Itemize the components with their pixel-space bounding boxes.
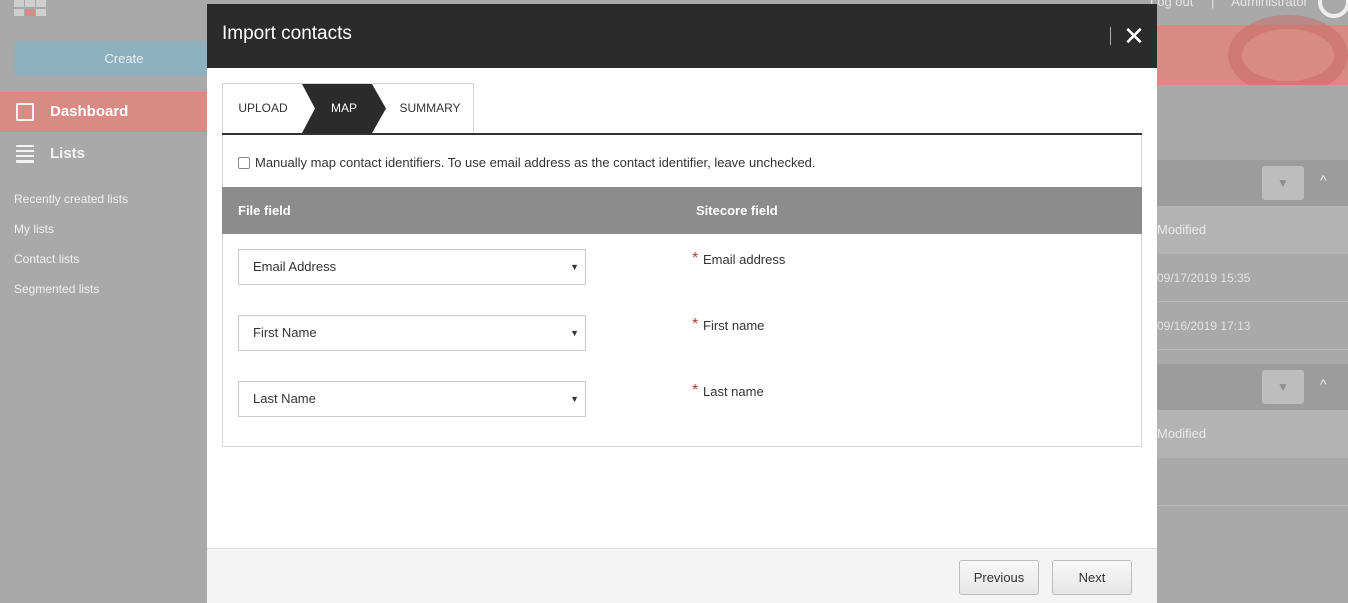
table-row[interactable]: 09/17/2019 15:35 (1157, 254, 1348, 302)
step-summary[interactable]: SUMMARY (386, 84, 474, 133)
column-header-modified[interactable]: Modified (1157, 410, 1348, 458)
app-grid-icon[interactable] (14, 0, 46, 16)
right-panel: ▼ ^ Modified 09/17/2019 15:35 09/16/2019… (1157, 85, 1348, 603)
collapse-icon[interactable]: ^ (1320, 376, 1327, 392)
hero-swirl-graphic (1228, 15, 1348, 95)
header-divider (1110, 27, 1111, 45)
sidebar-links: Recently created lists My lists Contact … (14, 190, 128, 310)
sidebar-link-my-lists[interactable]: My lists (14, 220, 128, 250)
step-tabs: UPLOAD MAP SUMMARY (222, 83, 474, 133)
user-name[interactable]: Administrator (1231, 0, 1308, 9)
create-button[interactable]: Create (14, 41, 234, 76)
sidebar-link-contact-lists[interactable]: Contact lists (14, 250, 128, 280)
mapping-row-last-name: Last Name ▼ * Last name (223, 366, 1141, 432)
mapping-panel: Manually map contact identifiers. To use… (222, 135, 1142, 447)
wizard-steps: UPLOAD MAP SUMMARY (222, 83, 1142, 135)
dialog-footer: Previous Next (207, 548, 1157, 603)
column-header-file-field: File field (238, 203, 291, 218)
step-map-label: MAP (330, 101, 357, 115)
top-links: Log out | Administrator (1150, 0, 1308, 9)
sidebar-link-recently-created-lists[interactable]: Recently created lists (14, 190, 128, 220)
step-map[interactable]: MAP (302, 84, 386, 133)
file-field-value: Last Name (253, 391, 316, 406)
mapping-row-email: Email Address ▼ * Email address (223, 234, 1141, 300)
manual-identifier-option[interactable]: Manually map contact identifiers. To use… (238, 155, 816, 170)
dialog-header: Import contacts ✕ (207, 4, 1157, 68)
avatar[interactable] (1318, 0, 1348, 18)
chevron-down-icon: ▼ (570, 262, 579, 272)
panel-toolbar: ▼ ^ (1157, 364, 1348, 410)
previous-button[interactable]: Previous (959, 560, 1039, 595)
manual-identifier-checkbox[interactable] (238, 156, 250, 169)
sidebar-item-label: Lists (50, 145, 86, 162)
file-field-select[interactable]: First Name ▼ (238, 315, 586, 351)
mapping-table-header: File field Sitecore field (222, 187, 1142, 234)
dialog-title: Import contacts (222, 23, 352, 44)
collapse-icon[interactable]: ^ (1320, 172, 1327, 188)
file-field-select[interactable]: Last Name ▼ (238, 381, 586, 417)
mapping-row-first-name: First Name ▼ * First name (223, 300, 1141, 366)
file-field-value: First Name (253, 325, 317, 340)
file-field-select[interactable]: Email Address ▼ (238, 249, 586, 285)
column-header-modified[interactable]: Modified (1157, 206, 1348, 254)
dropdown-button[interactable]: ▼ (1262, 166, 1304, 200)
required-marker: * (692, 382, 699, 399)
step-upload[interactable]: UPLOAD (223, 84, 303, 133)
sidebar-item-dashboard[interactable]: Dashboard (0, 92, 207, 132)
chevron-down-icon: ▼ (570, 328, 579, 338)
sitecore-field-label: Last name (703, 384, 764, 399)
sidebar-link-segmented-lists[interactable]: Segmented lists (14, 280, 128, 310)
required-marker: * (692, 316, 699, 333)
required-marker: * (692, 250, 699, 267)
sitecore-field-label: First name (703, 318, 765, 333)
list-icon (16, 145, 34, 163)
hero-banner (1157, 15, 1348, 95)
table-row[interactable]: 09/16/2019 17:13 (1157, 302, 1348, 350)
sidebar-item-lists[interactable]: Lists (0, 134, 207, 174)
sidebar: Create Dashboard Lists Recently created … (0, 25, 234, 603)
column-header-sitecore-field: Sitecore field (696, 203, 778, 218)
file-field-value: Email Address (253, 259, 337, 274)
panel-toolbar: ▼ ^ (1157, 160, 1348, 206)
presentation-board-icon (16, 103, 34, 121)
table-row (1157, 458, 1348, 506)
sidebar-item-label: Dashboard (50, 103, 129, 120)
sitecore-field-label: Email address (703, 252, 786, 267)
close-icon[interactable]: ✕ (1121, 22, 1147, 50)
chevron-down-icon: ▼ (570, 394, 579, 404)
top-links-separator: | (1211, 0, 1215, 9)
dropdown-button[interactable]: ▼ (1262, 370, 1304, 404)
next-button[interactable]: Next (1052, 560, 1132, 595)
import-contacts-dialog: Import contacts ✕ UPLOAD MAP SUMMARY Man… (207, 4, 1157, 603)
manual-identifier-label: Manually map contact identifiers. To use… (255, 155, 816, 170)
